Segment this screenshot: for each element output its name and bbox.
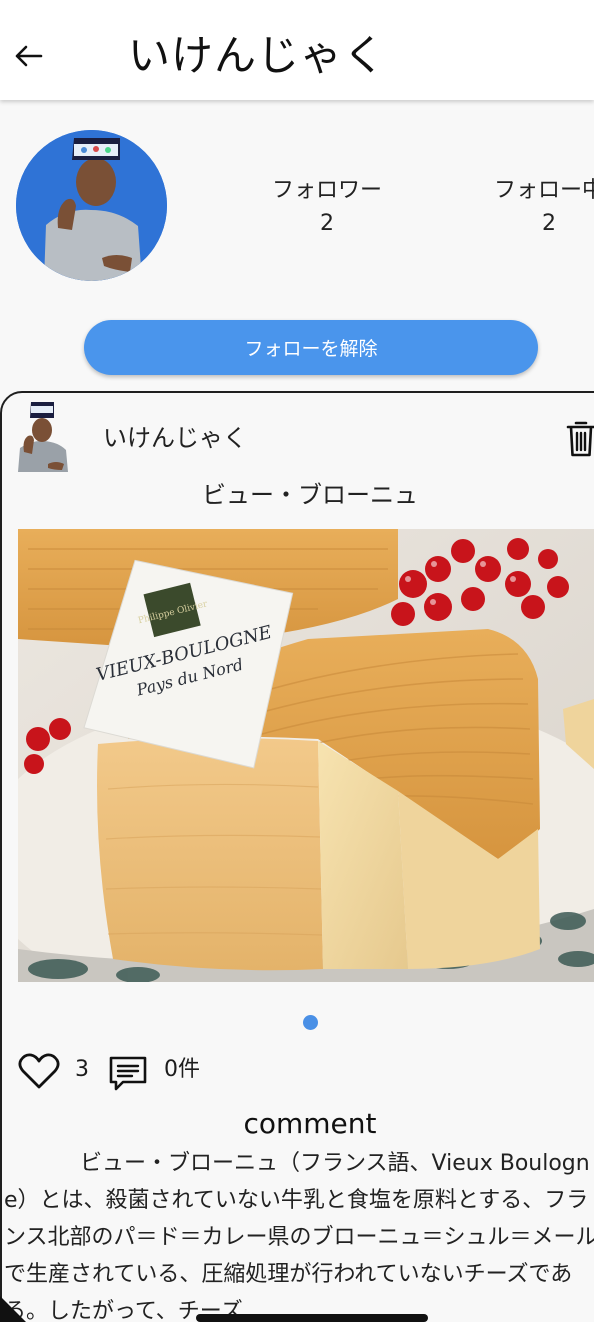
followers-stat[interactable]: フォロワー 2 [266, 176, 388, 242]
comment-button[interactable] [107, 1054, 149, 1094]
heart-icon [18, 1053, 60, 1089]
comment-icon [109, 1056, 147, 1091]
comment-heading: comment [243, 1107, 377, 1140]
following-count: 2 [542, 211, 556, 236]
avatar-photo [16, 130, 167, 281]
post-description: ビュー・ブローニュ（フランス語、Vieux Boulogne）とは、殺菌されてい… [4, 1151, 594, 1322]
carousel-indicator-dot[interactable] [303, 1015, 318, 1030]
home-indicator[interactable] [196, 1314, 428, 1322]
post-author-avatar[interactable] [14, 400, 68, 472]
like-button[interactable] [18, 1052, 60, 1090]
arrow-left-icon [15, 45, 43, 67]
app-bar: いけんじゃく [0, 0, 594, 100]
following-label: フォロー中 [493, 178, 594, 203]
cheese-photo: Philippe Olivier VIEUX-BOULOGNE Pays du … [18, 529, 594, 982]
following-stat[interactable]: フォロー中 2 [486, 176, 594, 242]
followers-label: フォロワー [271, 178, 382, 203]
page-title: いけんじゃく [128, 31, 387, 80]
like-count: 3 [75, 1057, 89, 1082]
corner-decoration [0, 1296, 26, 1322]
back-button[interactable] [10, 38, 46, 74]
trash-icon [566, 421, 594, 457]
post-username[interactable]: いけんじゃく [103, 422, 247, 454]
profile-avatar[interactable] [16, 130, 167, 281]
comment-count: 0件 [164, 1057, 200, 1082]
followers-count: 2 [320, 211, 334, 236]
post-title: ビュー・ブローニュ [202, 481, 418, 509]
post-avatar-photo [18, 402, 68, 472]
post-image[interactable]: Philippe Olivier VIEUX-BOULOGNE Pays du … [18, 529, 594, 982]
unfollow-button[interactable]: フォローを解除 [84, 320, 538, 375]
delete-post-button[interactable] [566, 420, 594, 458]
